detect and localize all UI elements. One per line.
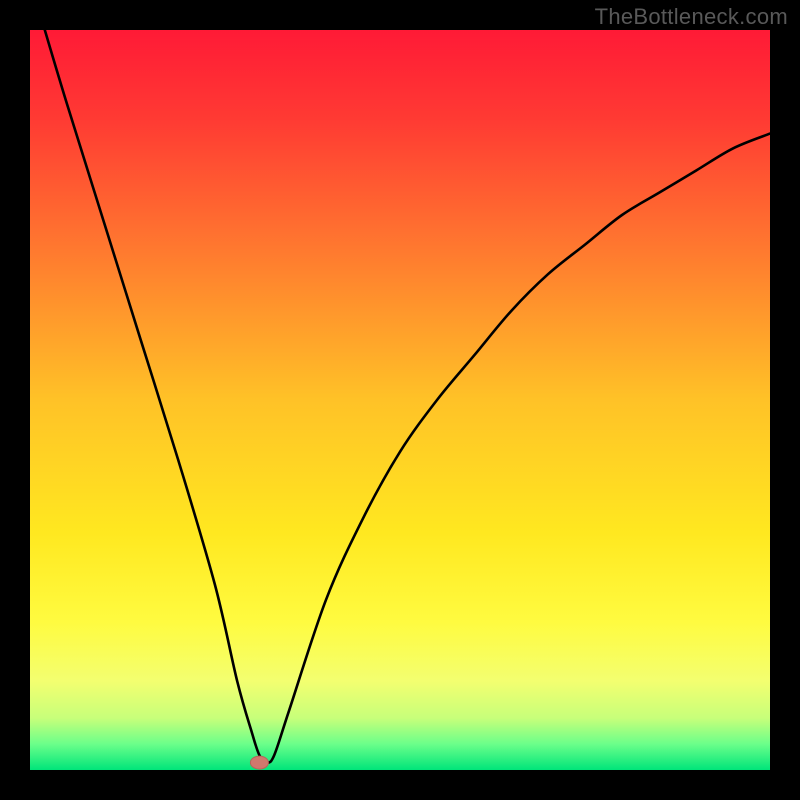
- bottleneck-chart: [0, 0, 800, 800]
- optimum-marker: [250, 756, 268, 769]
- chart-frame: TheBottleneck.com: [0, 0, 800, 800]
- plot-background: [30, 30, 770, 770]
- watermark-text: TheBottleneck.com: [595, 4, 788, 30]
